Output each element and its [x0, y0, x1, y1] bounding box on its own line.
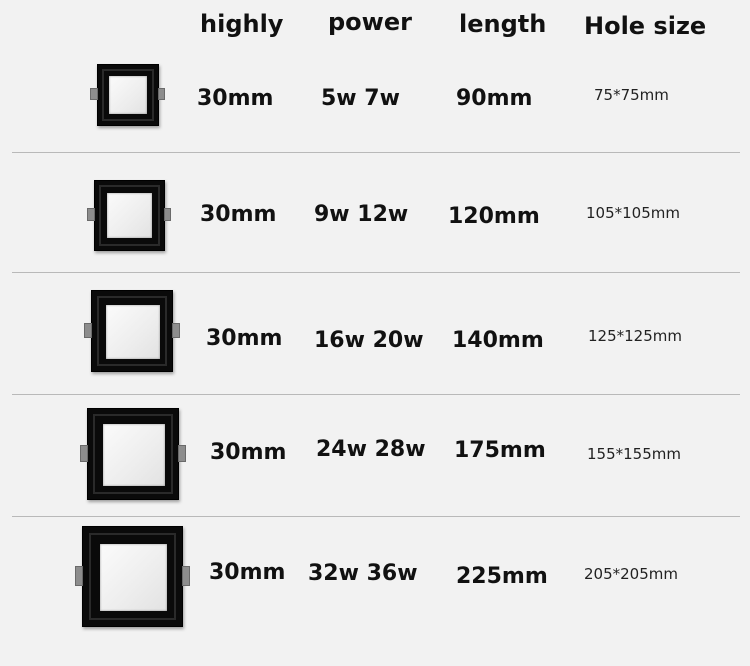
hole-size-cell: 205*205mm [584, 565, 678, 583]
highly-cell: 30mm [209, 560, 286, 585]
header-length: length [459, 10, 547, 38]
header-power: power [328, 8, 412, 36]
length-cell: 175mm [454, 438, 546, 463]
spring-clip [90, 88, 98, 100]
length-cell: 120mm [448, 204, 540, 229]
length-cell: 225mm [456, 564, 548, 589]
highly-cell: 30mm [200, 202, 277, 227]
spring-clip [178, 445, 186, 462]
downlight-image [94, 180, 165, 251]
highly-cell: 30mm [210, 440, 287, 465]
power-cell: 32w 36w [308, 561, 418, 586]
downlight-image [97, 64, 159, 126]
downlight-image [82, 526, 183, 627]
spring-clip [164, 208, 171, 221]
table-header: highly power length Hole size [0, 0, 750, 50]
length-cell: 140mm [452, 328, 544, 353]
power-cell: 24w 28w [316, 437, 426, 462]
hole-size-cell: 155*155mm [587, 445, 681, 463]
spring-clip [87, 208, 95, 221]
spring-clip [80, 445, 88, 462]
power-cell: 16w 20w [314, 328, 424, 353]
row-divider [12, 152, 740, 153]
highly-cell: 30mm [197, 86, 274, 111]
spring-clip [158, 88, 165, 100]
highly-cell: 30mm [206, 326, 283, 351]
hole-size-cell: 125*125mm [588, 327, 682, 345]
hole-size-cell: 75*75mm [594, 86, 669, 104]
row-divider [12, 516, 740, 517]
power-cell: 9w 12w [314, 202, 409, 227]
downlight-image [87, 408, 179, 500]
header-highly: highly [200, 10, 284, 38]
spring-clip [182, 566, 190, 586]
spring-clip [84, 323, 92, 338]
power-cell: 5w 7w [321, 86, 400, 111]
spring-clip [172, 323, 180, 338]
spring-clip [75, 566, 83, 586]
header-hole-size: Hole size [584, 12, 707, 40]
hole-size-cell: 105*105mm [586, 204, 680, 222]
length-cell: 90mm [456, 86, 533, 111]
row-divider [12, 394, 740, 395]
row-divider [12, 272, 740, 273]
downlight-image [91, 290, 173, 372]
